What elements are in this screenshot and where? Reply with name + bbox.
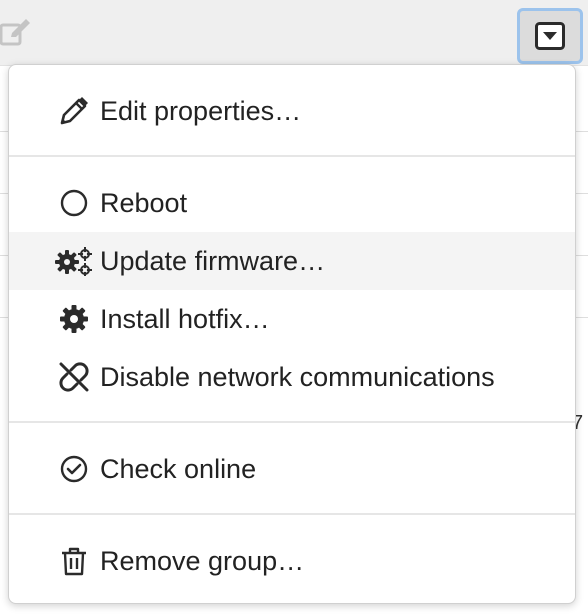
menu-separator [9,155,575,157]
menu-item-update-firmware[interactable]: Update firmware… [9,232,575,290]
menu-separator [9,421,575,423]
edit-icon[interactable] [0,18,32,50]
menu-item-label: Update firmware… [100,245,326,276]
context-menu: Edit properties… Reboot Update firmware…… [8,64,576,604]
menu-item-label: Disable network communications [100,361,495,392]
menu-item-remove-group[interactable]: Remove group… [9,532,575,590]
screen: 7 Edit properties… Reboot Update firmwar… [0,0,588,616]
broken-link-icon [57,360,91,394]
gears-icon [55,244,93,278]
gear-icon [57,302,91,336]
check-circle-icon [57,452,91,486]
circle-icon [57,186,91,220]
menu-separator [9,513,575,515]
trash-icon [57,544,91,578]
menu-item-reboot[interactable]: Reboot [9,174,575,232]
menu-item-check-online[interactable]: Check online [9,440,575,498]
dropdown-toggle-button[interactable] [517,8,583,64]
menu-item-label: Reboot [100,187,188,218]
menu-item-label: Install hotfix… [100,303,270,334]
menu-item-label: Remove group… [100,545,305,576]
menu-item-disable-network[interactable]: Disable network communications [9,348,575,406]
caret-down-box-icon [535,22,565,50]
pencil-icon [57,94,91,128]
menu-item-label: Check online [100,453,257,484]
menu-item-edit-properties[interactable]: Edit properties… [9,82,575,140]
menu-item-label: Edit properties… [100,95,302,126]
menu-item-install-hotfix[interactable]: Install hotfix… [9,290,575,348]
toolbar [0,0,588,66]
